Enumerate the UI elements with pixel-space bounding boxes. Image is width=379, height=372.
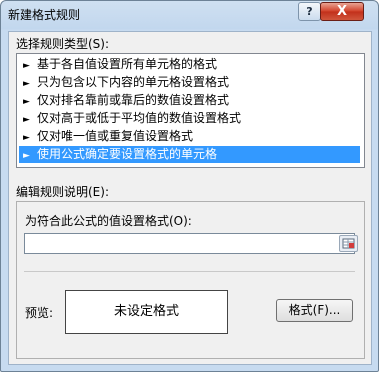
list-item[interactable]: ► 仅对唯一值或重复值设置格式 [19, 128, 360, 145]
arrow-icon: ► [23, 133, 30, 143]
range-select-icon [342, 238, 355, 249]
list-item-label: 仅对唯一值或重复值设置格式 [37, 129, 194, 143]
arrow-icon: ► [23, 151, 30, 161]
list-item[interactable]: ► 基于各自值设置所有单元格的格式 [19, 56, 360, 73]
list-item-selected[interactable]: ► 使用公式确定要设置格式的单元格 [19, 146, 360, 163]
formula-input[interactable] [24, 233, 355, 254]
arrow-icon: ► [23, 115, 30, 125]
list-item-label: 使用公式确定要设置格式的单元格 [37, 147, 218, 161]
formula-label: 为符合此公式的值设置格式(O): [25, 214, 192, 228]
list-item[interactable]: ► 只为包含以下内容的单元格设置格式 [19, 74, 360, 91]
dialog-body: 选择规则类型(S): ► 基于各自值设置所有单元格的格式 ► 只为包含以下内容的单元… [8, 31, 372, 365]
help-button[interactable]: ? [298, 2, 321, 21]
close-button[interactable]: X [320, 2, 364, 21]
rule-desc-label: 编辑规则说明(E): [16, 185, 109, 199]
list-item-label: 只为包含以下内容的单元格设置格式 [37, 75, 230, 89]
arrow-icon: ► [23, 79, 30, 89]
arrow-icon: ► [23, 61, 30, 71]
dialog-window: 新建格式规则 ? X 选择规则类型(S): ► 基于各自值设置所有单元格的格式 ►… [0, 0, 379, 372]
list-item[interactable]: ► 仅对高于或低于平均值的数值设置格式 [19, 110, 360, 127]
rule-type-label: 选择规则类型(S): [16, 37, 110, 51]
list-item-label: 基于各自值设置所有单元格的格式 [37, 57, 218, 71]
window-title: 新建格式规则 [8, 8, 81, 22]
rule-type-list[interactable]: ► 基于各自值设置所有单元格的格式 ► 只为包含以下内容的单元格设置格式 ► 仅对排名… [16, 53, 365, 168]
format-button[interactable]: 格式(F)... [276, 299, 353, 322]
preview-box: 未设定格式 [65, 290, 228, 334]
range-select-button[interactable] [339, 235, 358, 252]
list-item[interactable]: ► 仅对排名靠前或靠后的数值设置格式 [19, 92, 360, 109]
rule-desc-group: 为符合此公式的值设置格式(O): 预览: 未设定格式 格式(F)... [16, 201, 365, 359]
divider [24, 271, 355, 272]
arrow-icon: ► [23, 97, 30, 107]
list-item-label: 仅对高于或低于平均值的数值设置格式 [37, 111, 242, 125]
preview-label: 预览: [25, 306, 54, 320]
list-item-label: 仅对排名靠前或靠后的数值设置格式 [37, 93, 230, 107]
